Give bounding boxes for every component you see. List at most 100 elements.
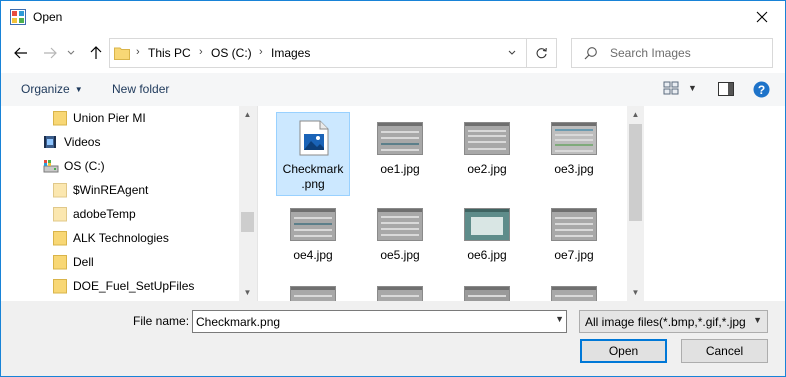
file-tile-oe1-jpg[interactable]: oe1.jpg [363, 112, 437, 196]
tree-item-adobetemp[interactable]: adobeTemp [1, 202, 239, 226]
file-tile-partial[interactable] [276, 276, 350, 301]
file-name-input[interactable] [196, 314, 536, 329]
recent-locations-button[interactable] [63, 41, 79, 65]
tree-item-label: OS (C:) [64, 159, 105, 173]
file-tile-label: oe5.jpg [380, 248, 420, 262]
tree-item-os-c[interactable]: OS (C:) [1, 154, 239, 178]
folder-icon [53, 111, 67, 126]
chevron-down-icon [67, 50, 75, 55]
file-tile-partial[interactable] [450, 276, 524, 301]
view-options-icon[interactable] [663, 80, 679, 96]
file-tile-partial[interactable] [363, 276, 437, 301]
address-bar[interactable]: › This PC › OS (C:) › Images [109, 38, 557, 68]
image-thumbnail [290, 208, 336, 241]
cancel-button[interactable]: Cancel [681, 339, 768, 363]
view-dropdown-icon[interactable]: ▼ [688, 83, 697, 93]
up-arrow-icon [90, 46, 102, 59]
file-tile-checkmark-png[interactable]: Checkmark .png [276, 112, 350, 196]
videos-icon [44, 136, 56, 148]
breadcrumb-separator: › [259, 46, 263, 58]
svg-text:?: ? [758, 83, 765, 97]
image-thumbnail [464, 208, 510, 241]
organize-label: Organize [21, 82, 70, 96]
file-tile-label: oe6.jpg [467, 248, 507, 262]
file-list-view: Checkmark .png oe1.jpg oe2.jpg oe3.jpg o… [257, 106, 785, 301]
file-type-dropdown[interactable]: All image files(*.bmp,*.gif,*.jpg ▼ [579, 310, 768, 333]
dialog-footer: File name: ▼ All image files(*.bmp,*.gif… [1, 301, 785, 376]
search-input[interactable] [610, 45, 765, 61]
back-button[interactable] [10, 41, 32, 65]
file-tile-partial[interactable] [537, 276, 611, 301]
refresh-button[interactable] [526, 39, 556, 67]
file-type-value: All image files(*.bmp,*.gif,*.jpg [585, 315, 746, 329]
file-tile-label: oe7.jpg [554, 248, 594, 262]
open-dialog: Open › This PC › OS (C:) › Images Search… [0, 0, 786, 377]
tree-item-label: ALK Technologies [73, 231, 169, 245]
breadcrumb-images[interactable]: Images [271, 46, 310, 60]
close-icon [756, 11, 768, 23]
image-thumbnail [377, 122, 423, 155]
scroll-up-icon[interactable]: ▲ [239, 106, 256, 123]
tree-item-label: Videos [64, 135, 101, 149]
help-icon[interactable]: ? [753, 81, 770, 98]
file-name-combobox[interactable]: ▼ [192, 310, 567, 333]
file-tile-oe2-jpg[interactable]: oe2.jpg [450, 112, 524, 196]
image-thumbnail [377, 208, 423, 241]
file-tile-oe6-jpg[interactable]: oe6.jpg [450, 198, 524, 282]
breadcrumb-separator: › [199, 46, 203, 58]
image-thumbnail [464, 286, 510, 301]
back-arrow-icon [14, 47, 27, 59]
tree-item-label: adobeTemp [73, 207, 136, 221]
scroll-down-icon[interactable]: ▼ [627, 284, 644, 301]
breadcrumb-separator: › [136, 46, 140, 58]
file-list-scrollbar[interactable]: ▲ ▼ [627, 106, 644, 301]
image-thumbnail [551, 122, 597, 155]
file-tile-oe7-jpg[interactable]: oe7.jpg [537, 198, 611, 282]
breadcrumb-os-c[interactable]: OS (C:) [211, 46, 252, 60]
close-button[interactable] [739, 1, 785, 33]
tree-item-label: Dell [73, 255, 94, 269]
folder-icon [114, 47, 130, 60]
tree-item-dell[interactable]: Dell [1, 250, 239, 274]
search-icon [584, 47, 597, 60]
preview-pane-icon[interactable] [718, 82, 734, 96]
forward-button[interactable] [39, 41, 61, 65]
file-tile-oe5-jpg[interactable]: oe5.jpg [363, 198, 437, 282]
image-thumbnail [551, 286, 597, 301]
address-dropdown-button[interactable] [502, 39, 522, 67]
chevron-down-icon[interactable]: ▼ [555, 314, 564, 324]
tree-item-winreagent[interactable]: $WinREAgent [1, 178, 239, 202]
image-thumbnail [290, 286, 336, 301]
folder-icon [53, 183, 67, 198]
navigation-pane: Union Pier MI Videos OS (C:) $WinREAgent… [1, 106, 256, 301]
tree-item-union-pier-mi[interactable]: Union Pier MI [1, 106, 239, 130]
tree-item-videos[interactable]: Videos [1, 130, 239, 154]
scroll-up-icon[interactable]: ▲ [627, 106, 644, 123]
tree-item-doe-fuel-setupfiles[interactable]: DOE_Fuel_SetUpFiles [1, 274, 239, 298]
scrollbar-thumb[interactable] [241, 212, 254, 232]
breadcrumb-this-pc[interactable]: This PC [148, 46, 191, 60]
image-thumbnail [551, 208, 597, 241]
scroll-down-icon[interactable]: ▼ [239, 284, 256, 301]
search-box[interactable] [571, 38, 773, 68]
file-name-label: File name: [133, 314, 190, 328]
file-tile-label: oe3.jpg [554, 162, 594, 176]
up-button[interactable] [85, 41, 107, 65]
organize-button[interactable]: Organize ▼ [21, 82, 83, 96]
navigation-scrollbar[interactable]: ▲ ▼ [239, 106, 256, 301]
image-thumbnail [464, 122, 510, 155]
folder-icon [53, 231, 67, 246]
folder-icon [53, 255, 67, 270]
file-tile-oe4-jpg[interactable]: oe4.jpg [276, 198, 350, 282]
forward-arrow-icon [44, 47, 57, 59]
file-tile-oe3-jpg[interactable]: oe3.jpg [537, 112, 611, 196]
new-folder-button[interactable]: New folder [112, 82, 169, 96]
app-icon [10, 9, 26, 25]
open-button[interactable]: Open [580, 339, 667, 363]
chevron-down-icon [508, 50, 516, 55]
command-bar: Organize ▼ New folder ▼ ? [1, 73, 785, 106]
scrollbar-thumb[interactable] [629, 124, 642, 221]
tree-item-alk-technologies[interactable]: ALK Technologies [1, 226, 239, 250]
file-tile-label: oe1.jpg [380, 162, 420, 176]
tree-item-label: DOE_Fuel_SetUpFiles [73, 279, 195, 293]
